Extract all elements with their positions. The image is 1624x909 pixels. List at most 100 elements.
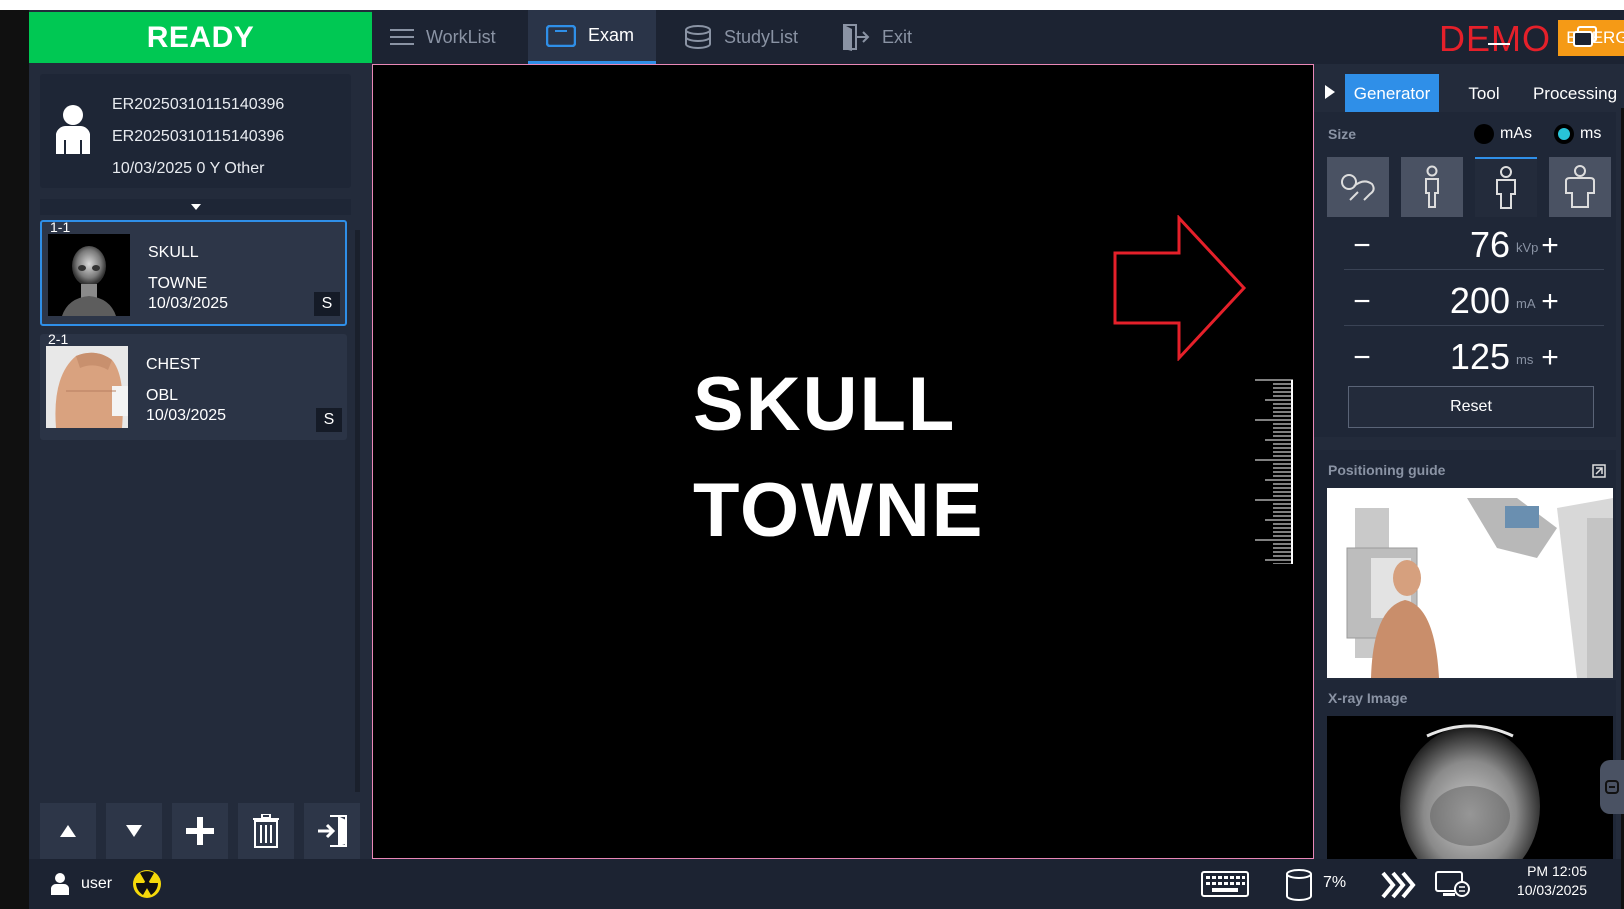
ms-value: 125	[1449, 336, 1510, 377]
restore-window-button[interactable]	[1568, 20, 1602, 54]
series-toolbar	[40, 803, 370, 859]
nav-studylist[interactable]: StudyList	[674, 10, 814, 64]
add-series-button[interactable]	[172, 803, 228, 859]
triangle-down-icon	[126, 825, 142, 837]
series-scrollbar[interactable]	[355, 230, 360, 792]
user-icon[interactable]	[51, 873, 69, 895]
minimize-button[interactable]	[1482, 20, 1516, 54]
mode-ms-label: ms	[1580, 125, 1602, 142]
expand-arrow-icon[interactable]	[1324, 84, 1336, 100]
right-panel-tabs: Generator Tool Processing	[1314, 64, 1624, 114]
kvp-value: 76	[1469, 224, 1510, 265]
trash-icon	[253, 814, 279, 848]
ms-increase-button[interactable]: +	[1532, 340, 1568, 376]
disk-usage: 7%	[1323, 874, 1347, 891]
tab-processing[interactable]: Processing	[1526, 74, 1624, 114]
infant-icon	[1341, 174, 1375, 201]
restore-icon	[1573, 26, 1597, 47]
patient-collapse-toggle[interactable]	[40, 199, 351, 215]
fast-forward-icon[interactable]	[1381, 871, 1419, 899]
nav-worklist[interactable]: WorkList	[380, 10, 510, 64]
series-item[interactable]: 1-1 SKULL TOWNE 10/03/2025 S	[40, 219, 347, 326]
kvp-increase-button[interactable]: +	[1532, 228, 1568, 264]
image-viewer[interactable]: SKULL TOWNE	[372, 64, 1314, 859]
transfer-series-button[interactable]	[304, 803, 360, 859]
viewer-view-label: TOWNE	[693, 468, 985, 553]
mode-mas-label: mAs	[1500, 125, 1532, 142]
series-date: 10/03/2025	[146, 407, 227, 424]
kvp-decrease-button[interactable]: −	[1344, 228, 1380, 264]
series-status-badge: S	[314, 292, 340, 316]
series-view: OBL	[146, 387, 179, 404]
series-date: 10/03/2025	[148, 295, 229, 312]
sign-in-icon	[318, 815, 347, 847]
positioning-guide-image	[1327, 488, 1613, 678]
nav-exit-label: Exit	[882, 26, 913, 47]
series-item[interactable]: 2-1 CHEST OBL 10/03/2025 S	[40, 331, 347, 440]
top-navigation: WorkList Exam StudyList Exit DEMO EMERGE…	[372, 10, 1624, 64]
remote-connection-icon[interactable]	[1435, 869, 1471, 899]
ma-value: 200	[1449, 280, 1510, 321]
positioning-guide-label: Positioning guide	[1328, 462, 1446, 478]
caret-down-icon	[190, 204, 201, 210]
move-down-button[interactable]	[106, 803, 162, 859]
series-view: TOWNE	[148, 275, 208, 292]
reset-button[interactable]: Reset	[1348, 386, 1594, 428]
series-body-part: CHEST	[146, 356, 201, 373]
ms-row: − 125 ms +	[1344, 334, 1604, 382]
move-up-button[interactable]	[40, 803, 96, 859]
triangle-up-icon	[60, 825, 76, 837]
ms-decrease-button[interactable]: −	[1344, 340, 1380, 376]
panel-toggle-icon	[1605, 780, 1619, 794]
skull-thumbnail	[48, 234, 130, 316]
viewer-body-part-label: SKULL	[693, 362, 957, 447]
size-infant-button[interactable]	[1327, 157, 1389, 217]
nav-exit[interactable]: Exit	[830, 10, 930, 64]
kvp-row: − 76 kVp +	[1344, 222, 1604, 270]
ma-increase-button[interactable]: +	[1532, 284, 1568, 320]
nav-studylist-label: StudyList	[724, 26, 799, 47]
side-panel-handle[interactable]	[1600, 760, 1624, 814]
slim-person-icon	[1425, 165, 1439, 208]
status-bar: user 7% PM 12:05 10/03/2025	[29, 859, 1621, 909]
series-number: 2-1	[48, 331, 69, 347]
clock-time: PM 12:05	[1527, 863, 1587, 879]
xray-image-label: X-ray Image	[1328, 690, 1408, 706]
ready-status: READY	[29, 12, 372, 63]
ma-decrease-button[interactable]: −	[1344, 284, 1380, 320]
nav-exam[interactable]: Exam	[528, 10, 656, 64]
radio-dot-icon	[1554, 124, 1574, 144]
exam-icon	[546, 24, 576, 47]
generator-panel: Size mAs ms − 76 kVp + − 200 mA + − 125 …	[1314, 112, 1616, 437]
clock-date: 10/03/2025	[1516, 882, 1587, 898]
series-status-badge: S	[316, 408, 342, 432]
mode-mas-radio[interactable]: mAs	[1474, 124, 1532, 144]
series-number: 1-1	[50, 219, 71, 235]
keyboard-icon[interactable]	[1201, 871, 1249, 897]
menu-icon	[390, 29, 414, 45]
patient-card[interactable]: ER20250310115140396 ER20250310115140396 …	[40, 74, 351, 188]
storage-icon	[1286, 869, 1312, 901]
patient-avatar-icon	[56, 105, 90, 154]
exit-icon	[843, 24, 870, 51]
plus-icon	[186, 817, 214, 845]
ma-row: − 200 mA +	[1344, 278, 1604, 326]
radio-dot-icon	[1474, 124, 1494, 144]
size-label: Size	[1328, 126, 1357, 142]
tab-tool[interactable]: Tool	[1446, 74, 1522, 114]
arrow-right-annotation-icon	[1113, 215, 1247, 361]
left-edge	[0, 10, 29, 909]
tab-generator[interactable]: Generator	[1345, 74, 1439, 114]
patient-info: 10/03/2025 0 Y Other	[112, 160, 265, 177]
delete-series-button[interactable]	[238, 803, 294, 859]
large-person-icon	[1565, 165, 1595, 208]
size-slim-button[interactable]	[1401, 157, 1463, 217]
size-medium-button[interactable]	[1475, 157, 1537, 217]
size-large-button[interactable]	[1549, 157, 1611, 217]
minimize-icon	[1488, 43, 1510, 45]
mode-ms-radio[interactable]: ms	[1554, 124, 1601, 144]
radiation-icon	[133, 870, 161, 898]
medium-person-icon	[1496, 166, 1516, 209]
xray-image-panel: X-ray Image	[1314, 680, 1616, 859]
popout-icon[interactable]	[1592, 464, 1606, 478]
